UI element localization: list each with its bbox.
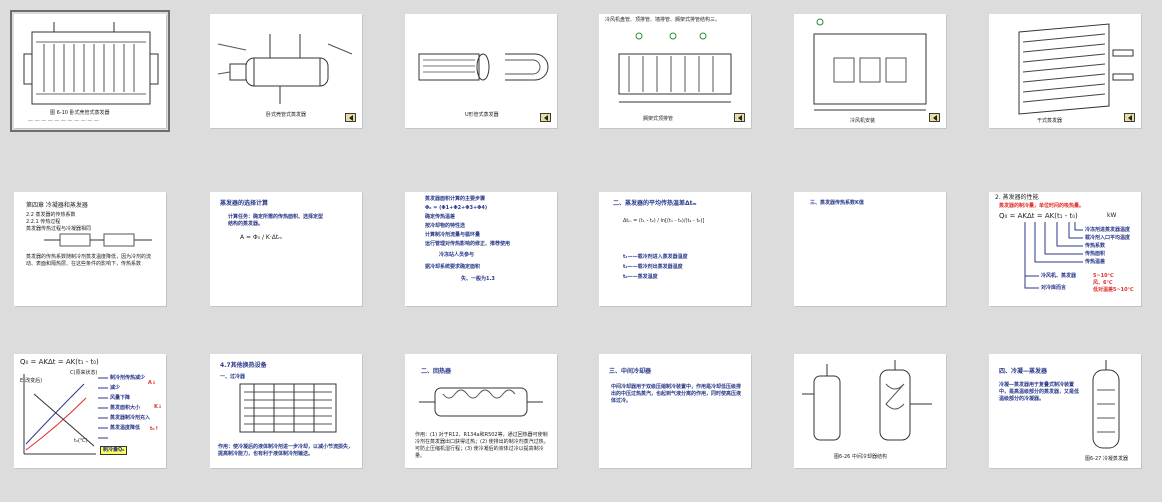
list-item: Φ₀ = (Φ1+Φ2+Φ3+Φ4) bbox=[425, 205, 488, 211]
label: 载冷剂入口平均温度 bbox=[1085, 235, 1131, 241]
nav-arrow-icon[interactable] bbox=[929, 113, 940, 122]
label: 冷风机、蒸发器 bbox=[1041, 273, 1077, 279]
slide-notes: 中间冷却器用于双级压缩制冷装置中，作用是冷却低压级排出的中压过热蒸汽，也起到气液… bbox=[611, 384, 742, 404]
slide-line: t₀——蒸发温度 bbox=[623, 274, 658, 280]
slide-thumb-8[interactable]: 蒸发器的选择计算 计算任务：确定所需的传热面积、选择定型 结构的蒸发器。 A =… bbox=[210, 192, 362, 306]
tag: A↓ bbox=[148, 380, 157, 386]
nav-arrow-icon[interactable] bbox=[734, 113, 745, 122]
label: 冷冻剂进蒸发器温度 bbox=[1085, 227, 1131, 233]
slide-thumb-12[interactable]: 2. 蒸发器的性能 蒸发器的制冷量，单位时间的吸热量。 Q₀ = AKΔt = … bbox=[989, 192, 1141, 306]
list-item: 确定传热温差 bbox=[425, 214, 456, 220]
label: 蒸发面积大小 bbox=[110, 405, 141, 411]
list-item: 据冷却系统要求确定面积 bbox=[425, 264, 481, 270]
nav-arrow-icon[interactable] bbox=[345, 113, 356, 122]
slide-thumb-15[interactable]: 二、回热器 作用：(1) 对于R12、R134a和R502等，通过回热器可使制冷… bbox=[405, 354, 557, 468]
slide-title: 蒸发器的选择计算 bbox=[220, 200, 269, 207]
slide-caption: 图 6-10 卧式壳管式蒸发器 bbox=[50, 110, 110, 116]
slide-thumb-11[interactable]: 三、蒸发器传热系数K值 bbox=[794, 192, 946, 306]
slide-thumb-17[interactable]: 图6-26 中间冷却器结构 bbox=[794, 354, 946, 468]
label: 蒸发器制冷剂充入 bbox=[110, 415, 151, 421]
slide-thumb-16[interactable]: 三、中间冷却器 中间冷却器用于双级压缩制冷装置中，作用是冷却低压级排出的中压过热… bbox=[599, 354, 751, 468]
list-item: 失、一般为1.3 bbox=[461, 276, 495, 282]
slide-caption: 图6-26 中间冷却器结构 bbox=[834, 454, 887, 460]
slide-title: 二、蒸发器的平均传热温差Δtₘ bbox=[613, 200, 697, 207]
slide-thumb-13[interactable]: Q₀ = AKΔt = AK(t₁ - t₀) C(原来状态) E(改变后) t… bbox=[14, 354, 166, 468]
list-item: 按冷却物的特性选 bbox=[425, 223, 466, 229]
value: 低对温差5~10℃ bbox=[1093, 287, 1134, 293]
list-item: 蒸发器面积计算的主要步骤 bbox=[425, 196, 486, 202]
slide-thumb-7[interactable]: 第四章 冷凝器和蒸发器 2.2 蒸发器的传热系数 2.2.1 传热过程 蒸发器传… bbox=[14, 192, 166, 306]
slide-thumb-10[interactable]: 二、蒸发器的平均传热温差Δtₘ Δtₘ = (t₁ - t₂) / ln[(t₁… bbox=[599, 192, 751, 306]
list-item: 计算制冷剂流量与循环量 bbox=[425, 232, 481, 238]
slide-thumb-2[interactable]: 卧式壳管式蒸发器 bbox=[210, 14, 362, 128]
list-item: 运行管理对传热影响的修正、推荐使用 bbox=[425, 241, 511, 247]
slide-thumb-14[interactable]: 4.7其他换热设备 一、过冷器 作用：使冷凝后的液体制冷剂进一步冷却，以减小节流… bbox=[210, 354, 362, 468]
slide-caption: 干式蒸发器 bbox=[1037, 118, 1063, 124]
slide-notes: 作用：使冷凝后的液体制冷剂进一步冷却，以减小节流损失，提高制冷能力，也有利于液体… bbox=[218, 444, 354, 457]
slide-line: t₁——载冷剂进入蒸发器温度 bbox=[623, 254, 688, 260]
slide-title: 三、蒸发器传热系数K值 bbox=[810, 200, 864, 206]
formula: A = Φ₀ / K·Δtₘ bbox=[240, 234, 282, 241]
axis-label: t₀(℃) bbox=[74, 438, 88, 444]
slide-line: t₂——载冷剂出蒸发器温度 bbox=[623, 264, 683, 270]
curve-label: E(改变后) bbox=[20, 378, 43, 384]
label: 对冷库而言 bbox=[1041, 285, 1067, 291]
label: 传热系数 bbox=[1085, 243, 1106, 249]
label: 传热温差 bbox=[1085, 259, 1106, 265]
slide-paragraph: 蒸发器的传热系数随制冷剂蒸发温度降低，因为冷剂的流动、表面和隔热层、在这些条件的… bbox=[26, 254, 152, 267]
label: 风量下降 bbox=[110, 395, 131, 401]
value: 风、6℃ bbox=[1093, 280, 1113, 286]
slide-title: 三、中间冷却器 bbox=[609, 368, 652, 375]
slide-thumb-9[interactable]: 蒸发器面积计算的主要步骤 Φ₀ = (Φ1+Φ2+Φ3+Φ4) 确定传热温差 按… bbox=[405, 192, 557, 306]
tag: t₀↑ bbox=[150, 426, 159, 432]
slide-line: 结构的蒸发器。 bbox=[228, 221, 264, 227]
slide-thumb-18[interactable]: 四、冷凝—蒸发器 冷凝—蒸发器用于复叠式制冷装置中，是高温级部分的蒸发器，又是低… bbox=[989, 354, 1141, 468]
highlight-label: 制冷量Q₀ bbox=[100, 446, 128, 455]
slide-caption: 搁架式顶排管 bbox=[643, 116, 674, 122]
slide-caption: U形管式蒸发器 bbox=[465, 112, 499, 118]
label: 传热面积 bbox=[1085, 251, 1106, 257]
slide-thumb-3[interactable]: U形管式蒸发器 bbox=[405, 14, 557, 128]
slide-thumb-1[interactable]: 图 6-10 卧式壳管式蒸发器 — — — — — — — — — — — bbox=[10, 10, 170, 132]
slide-thumb-5[interactable]: 冷风机安装 bbox=[794, 14, 946, 128]
formula: Δtₘ = (t₁ - t₂) / ln[(t₁ - t₀)/(t₂ - t₀)… bbox=[623, 218, 705, 224]
label: 减少 bbox=[110, 385, 121, 391]
value: 5~10℃ bbox=[1093, 273, 1114, 279]
slide-thumb-6[interactable]: 干式蒸发器 bbox=[989, 14, 1141, 128]
slide-notes: 作用：(1) 对于R12、R134a和R502等，通过回热器可使制冷剂在蒸发器出… bbox=[415, 432, 549, 459]
curve-label: C(原来状态) bbox=[70, 370, 98, 376]
label: 制冷剂传热减少 bbox=[110, 375, 146, 381]
tag: K↓ bbox=[154, 404, 163, 410]
nav-arrow-icon[interactable] bbox=[540, 113, 551, 122]
label: 蒸发温度降低 bbox=[110, 425, 141, 431]
slide-caption: 图6-27 冷凝蒸发器 bbox=[1085, 456, 1128, 462]
slide-thumb-4[interactable]: 冷风机盘管、顶排管、墙排管、搁架式排管结构三。 搁架式顶排管 bbox=[599, 14, 751, 128]
list-item: 冷冻站人员参与 bbox=[439, 252, 475, 258]
slide-caption: 卧式壳管式蒸发器 bbox=[266, 112, 307, 118]
slide-line: 计算任务：确定所需的传热面积、选择定型 bbox=[228, 214, 324, 220]
nav-arrow-icon[interactable] bbox=[1124, 113, 1135, 122]
slide-caption: 冷风机安装 bbox=[850, 118, 876, 124]
